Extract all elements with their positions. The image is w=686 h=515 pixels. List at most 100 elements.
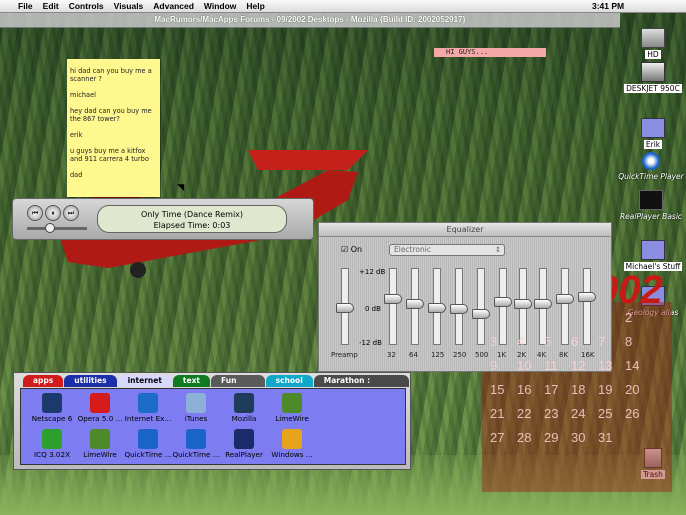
realplayer-icon	[639, 190, 663, 210]
preamp-slider[interactable]	[336, 268, 354, 345]
sticky-line: michael	[70, 91, 96, 99]
drawer-tab-text[interactable]: text	[172, 375, 211, 387]
drawer-tab-utilities[interactable]: utilities	[64, 375, 117, 387]
launcher-app[interactable]: QuickTime ...	[169, 427, 223, 459]
calendar-day: 27	[490, 430, 505, 445]
slider-knob[interactable]	[578, 292, 596, 303]
limewire-icon	[90, 429, 110, 449]
sticky-note[interactable]: hi dad can you buy me a scanner ? michae…	[67, 59, 160, 197]
eq-band-label: 64	[409, 351, 418, 359]
sticky-line: u guys buy me a kitfox and 911 carrera 4…	[70, 147, 149, 163]
volume-knob[interactable]	[45, 223, 55, 233]
slider-knob[interactable]	[534, 299, 552, 310]
windows-media-icon	[282, 429, 302, 449]
drawer-tab-fun-stuff[interactable]: Fun Stuff	[211, 375, 265, 397]
slider-knob[interactable]	[336, 302, 354, 313]
menu-advanced[interactable]: Advanced	[153, 1, 194, 11]
slider-knob[interactable]	[556, 294, 574, 305]
sticky-line: hi dad can you buy me a scanner ?	[70, 67, 152, 83]
launcher-app-label: QuickTime ...	[124, 450, 172, 459]
launcher-app[interactable]: QuickTime ...	[121, 427, 175, 459]
launcher-app-label: Mozilla	[231, 414, 257, 423]
previous-track-button[interactable]: ⏮	[27, 205, 43, 221]
ie-icon	[138, 393, 158, 413]
opera-icon	[90, 393, 110, 413]
equalizer-preset-select[interactable]: Electronic	[389, 244, 505, 256]
pause-button[interactable]: ⏸	[45, 205, 61, 221]
calendar-day: 26	[625, 406, 640, 421]
launcher-app[interactable]: iTunes	[169, 391, 223, 423]
launcher-drawer: appsutilitiesinternettextFun Stuffschool…	[13, 372, 411, 470]
eq-band-slider[interactable]	[450, 268, 468, 345]
slider-knob[interactable]	[428, 302, 446, 313]
eq-band-label: 32	[387, 351, 396, 359]
launcher-app[interactable]: Opera 5.0 ...	[73, 391, 127, 423]
hd-icon	[641, 28, 665, 48]
calendar-day: 21	[490, 406, 505, 421]
launcher-app[interactable]: Mozilla	[217, 391, 271, 423]
browser-window-title[interactable]: MacRumors/MacApps Forums - 09/2002 Deskt…	[0, 13, 620, 28]
calendar-day: 29	[544, 430, 559, 445]
eq-band-slider[interactable]	[556, 268, 574, 345]
equalizer-on-checkbox[interactable]: ☑ On	[341, 245, 362, 254]
menubar-clock[interactable]: 3:41 PM	[592, 1, 624, 11]
desktop-icon-hd[interactable]: HD	[618, 28, 686, 59]
launcher-tabs: appsutilitiesinternettextFun Stuffschool…	[23, 375, 410, 397]
desktop-icon-printer[interactable]: DESKJET 950C	[618, 62, 686, 93]
desktop-icon-quicktime[interactable]: QuickTime Player	[616, 152, 686, 181]
drawer-tab-internet[interactable]: internet	[117, 375, 172, 387]
menu-controls[interactable]: Controls	[69, 1, 104, 11]
equalizer-title: Equalizer	[319, 223, 611, 237]
launcher-app[interactable]: Windows ...	[265, 427, 319, 459]
menu-file[interactable]: File	[18, 1, 33, 11]
menu-help[interactable]: Help	[246, 1, 264, 11]
drawer-tab-school[interactable]: school	[265, 375, 313, 387]
db-mid-label: 0 dB	[365, 305, 381, 313]
eq-band-label: 1K	[497, 351, 507, 359]
eq-band-slider[interactable]	[406, 268, 424, 345]
calendar-day: 20	[625, 382, 640, 397]
drawer-tab-apps[interactable]: apps	[23, 375, 64, 387]
launcher-app[interactable]: RealPlayer	[217, 427, 271, 459]
menu-bar: File Edit Controls Visuals Advanced Wind…	[0, 0, 686, 13]
preamp-label: Preamp	[331, 351, 358, 359]
desktop-icon-michaels-stuff[interactable]: Michael's Stuff	[618, 240, 686, 271]
slider-knob[interactable]	[514, 299, 532, 310]
slider-knob[interactable]	[494, 297, 512, 308]
eq-band-slider[interactable]	[472, 268, 490, 345]
launcher-app[interactable]: ICQ 3.02X	[25, 427, 79, 459]
menu-window[interactable]: Window	[204, 1, 237, 11]
next-track-button[interactable]: ⏭	[63, 205, 79, 221]
calendar-day: 18	[571, 382, 586, 397]
launcher-app[interactable]: LimeWire	[73, 427, 127, 459]
launcher-app[interactable]: LimeWire	[265, 391, 319, 423]
menu-visuals[interactable]: Visuals	[114, 1, 144, 11]
launcher-app[interactable]: Netscape 6	[25, 391, 79, 423]
mozilla-icon	[234, 393, 254, 413]
itunes-icon	[186, 393, 206, 413]
desktop-icon-erik[interactable]: Erik	[618, 118, 686, 149]
slider-knob[interactable]	[472, 309, 490, 320]
launcher-app[interactable]: Internet Ex...	[121, 391, 175, 423]
drawer-tab-marathon-downfall[interactable]: Marathon : Downfall	[313, 375, 409, 397]
launcher-app-label: Internet Ex...	[124, 414, 172, 423]
eq-band-slider[interactable]	[494, 268, 512, 345]
eq-band-slider[interactable]	[428, 268, 446, 345]
eq-band-label: 250	[453, 351, 467, 359]
calendar-day: 8	[625, 334, 633, 349]
db-top-label: +12 dB	[359, 268, 386, 276]
eq-band-slider[interactable]	[384, 268, 402, 345]
slider-knob[interactable]	[450, 303, 468, 314]
calendar-day: 6	[571, 334, 579, 349]
volume-slider[interactable]	[27, 223, 87, 233]
equalizer-window: Equalizer ☑ On Electronic +12 dB 0 dB -1…	[318, 222, 612, 372]
slider-knob[interactable]	[384, 294, 402, 305]
printer-icon	[641, 62, 665, 82]
slider-knob[interactable]	[406, 299, 424, 310]
eq-band-slider[interactable]	[578, 268, 596, 345]
menu-edit[interactable]: Edit	[43, 1, 59, 11]
desktop-icon-realplayer[interactable]: RealPlayer Basic	[616, 190, 686, 221]
launcher-app-label: RealPlayer	[225, 450, 263, 459]
itunes-player[interactable]: ⏮ ⏸ ⏭ Only Time (Dance Remix) Elapsed Ti…	[12, 198, 314, 240]
sticky-line: hey dad can you buy me the 867 tower?	[70, 107, 152, 123]
